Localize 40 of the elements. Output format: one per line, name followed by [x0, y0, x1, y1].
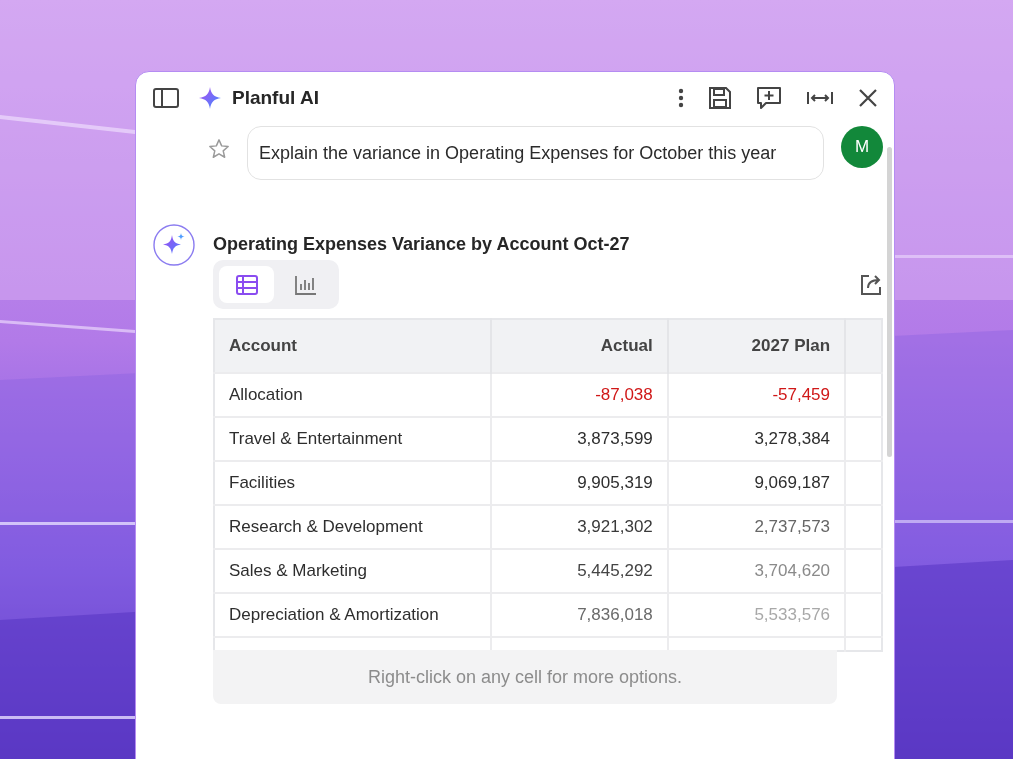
table-cell: 5,533,576 [667, 593, 846, 637]
table-cell: Research & Development [214, 505, 491, 549]
expand-width-icon[interactable] [806, 90, 834, 106]
table-cell: 3,278,384 [667, 417, 846, 461]
scrollbar[interactable] [887, 147, 892, 457]
response-title: Operating Expenses Variance by Account Oct-27 [213, 234, 631, 256]
table-cell: Allocation [214, 373, 491, 417]
table-cell: 3,921,302 [490, 505, 668, 549]
table-cell: 3,704,620 [667, 549, 846, 593]
table-cell: Sales & Marketing [214, 549, 491, 593]
sparkle-icon [198, 86, 222, 110]
bar-chart-icon [293, 273, 318, 296]
column-header[interactable]: Actual [490, 319, 668, 373]
message-text: Explain the variance in Operating Expenses for October this year [259, 143, 777, 163]
sidebar-toggle-icon[interactable] [153, 88, 179, 108]
table-cell: 9,069,187 [667, 461, 846, 505]
hint-text: Right-click on any cell for more options. [367, 666, 683, 688]
export-icon[interactable] [859, 272, 883, 297]
table-cell: 9,905,319 [490, 461, 668, 505]
assistant-sparkle-icon [153, 224, 195, 266]
table-cell: Travel & Entertainment [214, 417, 491, 461]
table-cell: Depreciation & Amortization [214, 593, 491, 637]
column-header[interactable]: 2027 Plan [667, 319, 846, 373]
add-comment-icon[interactable] [756, 86, 782, 110]
table-cell: -57,459 [667, 373, 846, 417]
table-cell: -87,038 [490, 373, 668, 417]
table-icon [234, 273, 259, 296]
save-icon[interactable] [708, 86, 732, 110]
table-cell: 3,873,599 [490, 417, 668, 461]
more-options-icon[interactable] [678, 88, 684, 108]
table-cell: 7,836,018 [490, 593, 668, 637]
column-header[interactable]: Account [214, 319, 491, 373]
close-icon[interactable] [858, 88, 878, 108]
table-cell: Facilities [214, 461, 491, 505]
table-cell: 2,737,573 [667, 505, 846, 549]
user-avatar: M [841, 126, 883, 168]
window-title: Planful AI [232, 87, 319, 109]
table-cell: 5,445,292 [490, 549, 668, 593]
table-view-tab[interactable] [219, 266, 274, 303]
star-icon[interactable] [208, 138, 230, 160]
